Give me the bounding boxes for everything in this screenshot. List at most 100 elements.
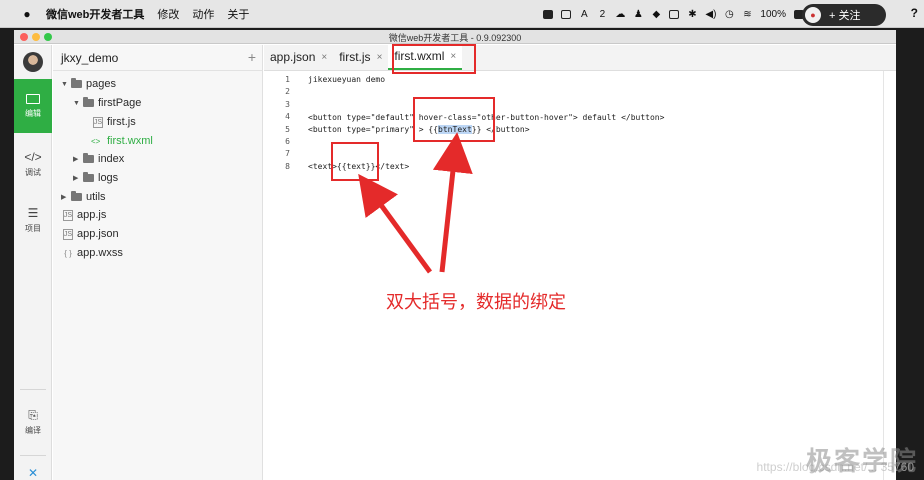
tray-cloud-icon[interactable]: ☁ — [615, 9, 625, 20]
edit-icon — [26, 93, 40, 104]
tab-label: app.json — [270, 50, 316, 64]
tree-file-app-wxss[interactable]: { } app.wxss — [63, 244, 123, 262]
tree-folder-utils[interactable]: ▶ utils — [61, 188, 106, 206]
nav-edit-label: 编辑 — [25, 108, 41, 118]
line-number: 1 — [285, 75, 290, 84]
editor-ruler — [883, 71, 884, 480]
line-number: 8 — [285, 162, 290, 171]
folder-icon — [83, 172, 94, 182]
line-number: 4 — [285, 112, 290, 121]
tree-label: utils — [86, 191, 106, 203]
tree-label: index — [98, 153, 125, 165]
file-tree-panel: jkxy_demo + ▼ pages ▼ firstPage JS first… — [53, 45, 263, 480]
menu-about[interactable]: 关于 — [227, 6, 249, 22]
tree-file-first-wxml[interactable]: <> first.wxml — [91, 132, 153, 150]
tray-volume-icon[interactable]: ◀) — [705, 9, 716, 20]
folder-icon — [83, 97, 94, 107]
tree-folder-pages[interactable]: ▼ pages — [61, 75, 116, 93]
line-number: 2 — [285, 87, 290, 96]
streamer-avatar-icon: ● — [803, 5, 823, 25]
tab-app-json[interactable]: app.json × — [264, 44, 333, 70]
annotation-box-btntext — [413, 97, 495, 142]
tree-label: first.js — [107, 116, 136, 128]
menu-app-name[interactable]: 微信web开发者工具 — [46, 6, 144, 22]
nav-compile-label: 编译 — [25, 425, 41, 435]
system-tray: A 2 ☁ ♟ ◆ ✱ ◀) ◷ ≋ 100% — [543, 0, 804, 28]
tree-folder-logs[interactable]: ▶ logs — [73, 169, 118, 187]
tray-screen-icon[interactable] — [561, 9, 572, 19]
line-number-gutter: 1 2 3 4 5 6 7 8 — [264, 71, 304, 480]
tree-folder-firstpage[interactable]: ▼ firstPage — [73, 94, 141, 112]
code-file-icon: <> — [91, 136, 101, 146]
nav-debug[interactable]: </> 调试 — [14, 137, 52, 191]
compile-icon: ⎘ — [28, 407, 38, 422]
tree-label: pages — [86, 78, 116, 90]
json-file-icon: JS — [63, 228, 73, 240]
nav-compile[interactable]: ⎘ 编译 — [14, 395, 52, 449]
add-file-icon[interactable]: + — [248, 49, 256, 65]
folder-icon — [71, 78, 82, 88]
help-icon[interactable]: ? — [911, 6, 918, 20]
tree-file-app-json[interactable]: JS app.json — [63, 225, 119, 243]
line-number: 3 — [285, 100, 290, 109]
watermark-brand: 极客学院 — [805, 446, 918, 476]
js-file-icon: JS — [93, 116, 103, 128]
tray-display-icon[interactable] — [669, 9, 680, 19]
annotation-box-tab — [392, 44, 476, 74]
tree-label: app.wxss — [77, 247, 123, 259]
project-header: jkxy_demo + — [53, 45, 262, 71]
nav-close[interactable]: ✕ — [14, 465, 52, 480]
nav-debug-label: 调试 — [25, 167, 41, 177]
nav-edit[interactable]: 编辑 — [14, 79, 52, 133]
tray-app-icon[interactable] — [543, 9, 554, 19]
chevron-down-icon: ▼ — [61, 80, 68, 88]
tray-adobe-icon[interactable]: A — [579, 9, 589, 20]
chevron-down-icon: ▼ — [73, 99, 80, 107]
menu-action[interactable]: 动作 — [192, 6, 214, 22]
code-line-1[interactable]: jikexueyuan demo — [308, 75, 385, 84]
folder-icon — [71, 191, 82, 201]
braces-file-icon: { } — [64, 248, 72, 258]
close-icon: ✕ — [27, 466, 39, 480]
icon-bar-divider — [20, 389, 46, 390]
tab-label: first.js — [339, 50, 371, 64]
chevron-right-icon: ▶ — [61, 194, 67, 201]
tray-figure-icon[interactable]: ♟ — [633, 9, 643, 20]
icon-bar-divider-bottom — [20, 455, 46, 456]
close-tab-icon[interactable]: × — [321, 52, 327, 63]
menu-edit[interactable]: 修改 — [157, 6, 179, 22]
mac-menu-bar: ● 微信web开发者工具 修改 动作 关于 A 2 ☁ ♟ ◆ ✱ ◀) ◷ ≋… — [0, 0, 924, 28]
code-editor: app.json × first.js × first.wxml × 1 2 3… — [264, 44, 896, 480]
tree-label: first.wxml — [107, 135, 153, 147]
tree-folder-index[interactable]: ▶ index — [73, 150, 124, 168]
tray-clock-icon[interactable]: ◷ — [724, 9, 734, 20]
tray-wifi-icon[interactable]: ≋ — [742, 9, 752, 20]
tree-file-first-js[interactable]: JS first.js — [93, 113, 136, 131]
tree-label: app.js — [77, 209, 107, 221]
close-tab-icon[interactable]: × — [377, 52, 383, 63]
chevron-right-icon: ▶ — [73, 156, 79, 163]
nav-project[interactable]: ☰ 项目 — [14, 193, 52, 247]
tray-battery-level: 100% — [760, 8, 786, 20]
tree-label: firstPage — [98, 97, 142, 109]
nav-project-label: 项目 — [25, 223, 41, 233]
tree-file-app-js[interactable]: JS app.js — [63, 206, 106, 224]
js-file-icon: JS — [63, 209, 73, 221]
tray-bluetooth-icon[interactable]: ✱ — [687, 9, 697, 20]
tab-first-js[interactable]: first.js × — [333, 44, 388, 70]
line-number: 5 — [285, 125, 290, 134]
tree-label: app.json — [77, 228, 119, 240]
annotation-label: 双大括号，数据的绑定 — [386, 292, 566, 312]
follow-button[interactable]: ● + 关注 — [802, 4, 886, 26]
project-name: jkxy_demo — [61, 50, 119, 65]
chevron-right-icon: ▶ — [73, 175, 79, 182]
apple-icon[interactable]: ● — [14, 7, 40, 21]
annotation-box-text — [331, 142, 379, 181]
window-title: 微信web开发者工具 - 0.9.092300 — [388, 33, 522, 43]
window-title-bar: 微信web开发者工具 - 0.9.092300 — [14, 30, 896, 44]
user-avatar[interactable] — [23, 52, 43, 72]
tray-docker-icon[interactable]: ◆ — [651, 9, 661, 20]
code-icon: </> — [24, 149, 42, 164]
tree-label: logs — [98, 172, 119, 184]
menu-icon: ☰ — [27, 205, 39, 220]
